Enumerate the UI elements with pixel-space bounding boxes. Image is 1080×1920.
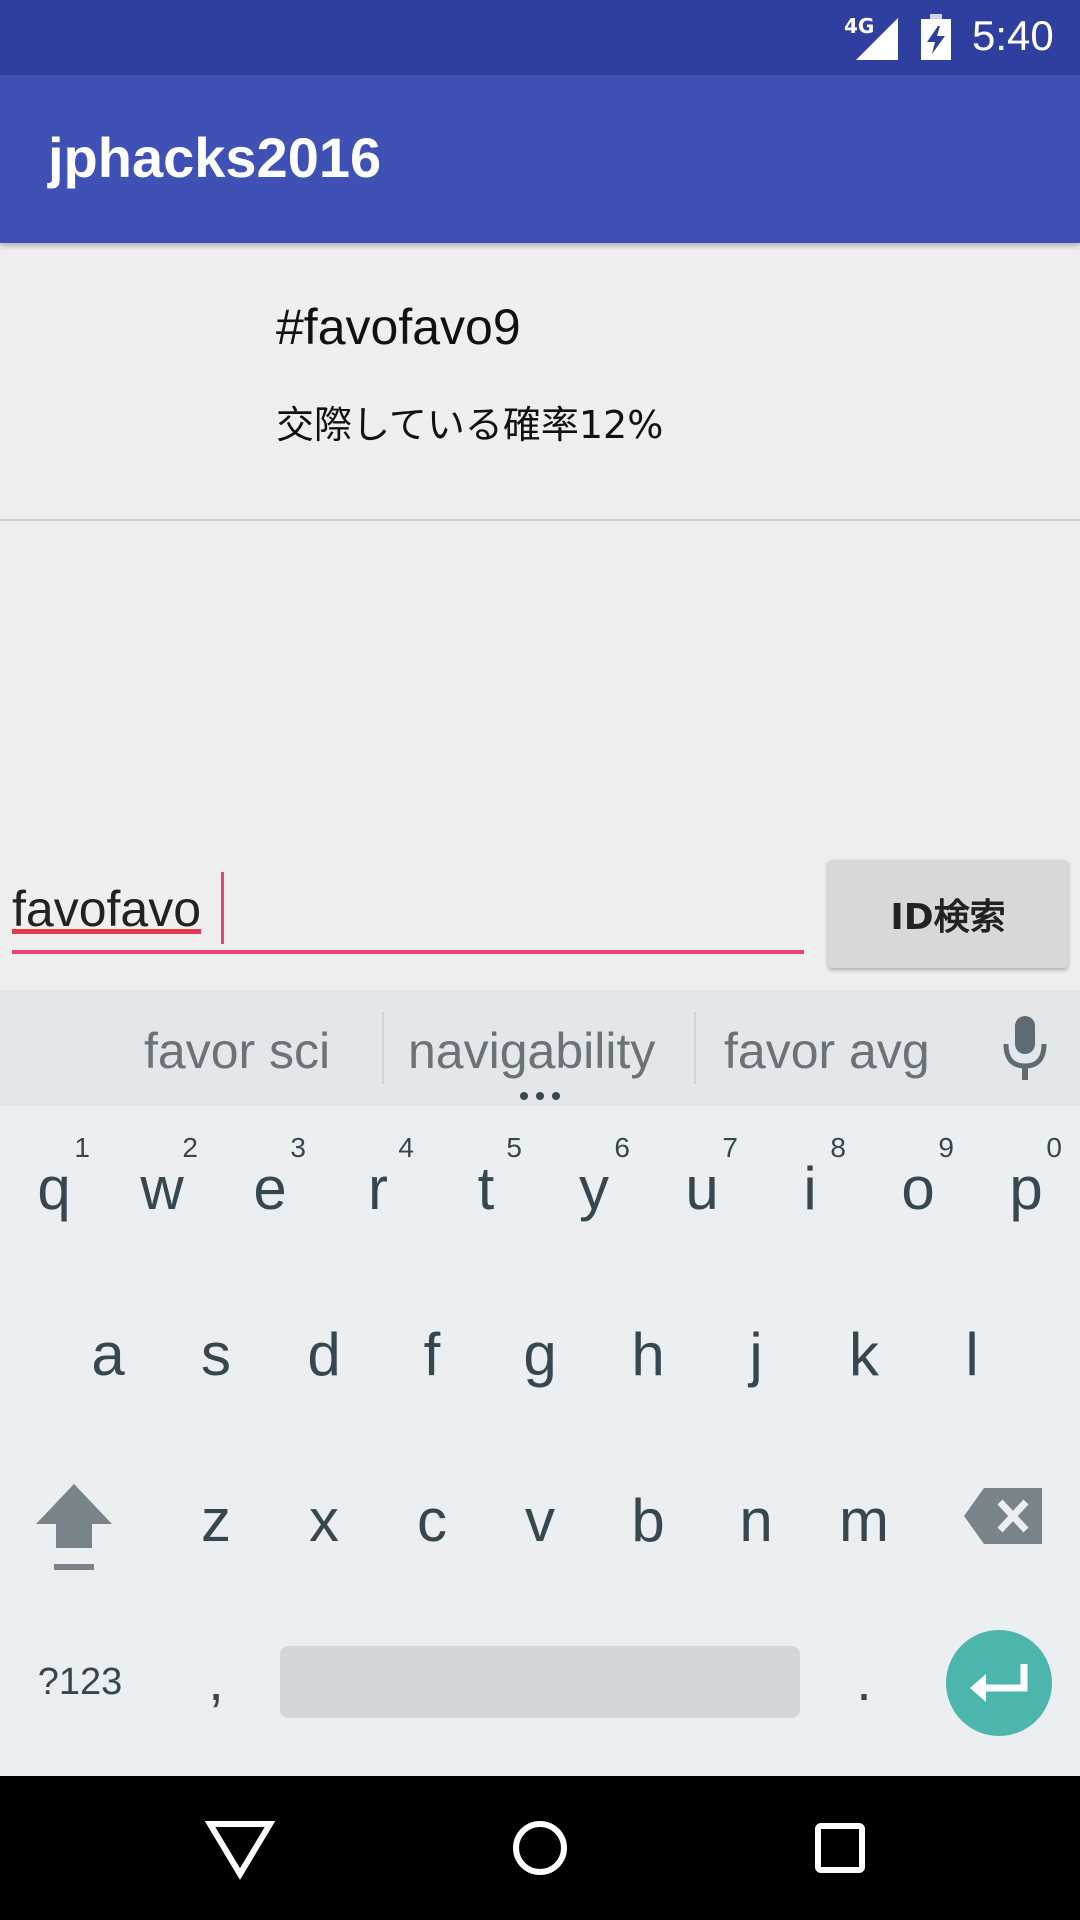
key-n[interactable]: n [702, 1442, 810, 1592]
key-label: g [523, 1321, 557, 1388]
enter-key[interactable] [946, 1630, 1052, 1736]
microphone-icon[interactable] [1000, 1016, 1050, 1082]
key-label: a [91, 1321, 125, 1388]
id-search-button[interactable]: ID検索 [828, 860, 1068, 968]
key-label: v [525, 1487, 555, 1554]
key-label: z [201, 1487, 231, 1554]
key-label: e [253, 1155, 287, 1222]
period-key[interactable]: . [824, 1630, 904, 1730]
result-probability: 交際している確率12% [276, 403, 664, 447]
key-label: t [477, 1155, 495, 1222]
key-label: q [37, 1155, 71, 1222]
key-label: n [739, 1487, 773, 1554]
app-title: jphacks2016 [48, 126, 382, 189]
result-hashtag: #favofavo9 [276, 299, 521, 355]
key-label: o [901, 1155, 935, 1222]
key-label: r [368, 1155, 388, 1222]
key-l[interactable]: l [918, 1276, 1026, 1426]
key-label: s [201, 1321, 231, 1388]
text-cursor [221, 872, 224, 944]
back-icon [204, 1821, 276, 1880]
key-label: f [423, 1321, 441, 1388]
key-a[interactable]: a [54, 1276, 162, 1426]
comma-key[interactable]: , [176, 1630, 256, 1730]
key-e[interactable]: 3e [216, 1110, 324, 1260]
navigation-bar [0, 1776, 1080, 1920]
key-x[interactable]: x [270, 1442, 378, 1592]
key-m[interactable]: m [810, 1442, 918, 1592]
key-i[interactable]: 8i [756, 1110, 864, 1260]
suggestion-divider [694, 1012, 696, 1084]
battery-charging-icon [921, 14, 951, 60]
key-h[interactable]: h [594, 1276, 702, 1426]
key-s[interactable]: s [162, 1276, 270, 1426]
recents-button[interactable] [794, 1802, 886, 1894]
key-c[interactable]: c [378, 1442, 486, 1592]
symbols-key[interactable]: ?123 [20, 1642, 140, 1722]
recents-icon [815, 1823, 865, 1873]
signal-icon [856, 18, 898, 60]
key-w[interactable]: 2w [108, 1110, 216, 1260]
key-o[interactable]: 9o [864, 1110, 972, 1260]
key-g[interactable]: g [486, 1276, 594, 1426]
app-bar: jphacks2016 [0, 75, 1080, 243]
key-label: w [140, 1155, 184, 1222]
result-divider [0, 519, 1080, 521]
key-label: y [579, 1155, 609, 1222]
space-key[interactable] [280, 1646, 800, 1718]
suggestion-item[interactable]: favor sci [144, 1022, 330, 1080]
key-z[interactable]: z [162, 1442, 270, 1592]
status-bar: 4G 5:40 [0, 0, 1080, 75]
search-input-underline [12, 950, 804, 954]
enter-icon [970, 1664, 1028, 1702]
key-t[interactable]: 5t [432, 1110, 540, 1260]
key-p[interactable]: 0p [972, 1110, 1080, 1260]
key-label: u [685, 1155, 719, 1222]
key-d[interactable]: d [270, 1276, 378, 1426]
suggestion-item[interactable]: navigability [408, 1022, 655, 1080]
key-u[interactable]: 7u [648, 1110, 756, 1260]
key-label: j [749, 1321, 763, 1388]
shift-icon[interactable] [24, 1480, 124, 1580]
backspace-icon[interactable] [964, 1486, 1044, 1546]
key-label: i [803, 1155, 817, 1222]
key-q[interactable]: 1q [0, 1110, 108, 1260]
key-label: m [839, 1487, 889, 1554]
suggestion-item[interactable]: favor avg [724, 1022, 930, 1080]
home-icon [513, 1821, 567, 1875]
key-label: d [307, 1321, 341, 1388]
home-button[interactable] [494, 1802, 586, 1894]
key-k[interactable]: k [810, 1276, 918, 1426]
key-label: l [965, 1321, 979, 1388]
key-label: c [417, 1487, 447, 1554]
key-j[interactable]: j [702, 1276, 810, 1426]
status-time: 5:40 [972, 12, 1054, 59]
key-label: x [309, 1487, 339, 1554]
key-f[interactable]: f [378, 1276, 486, 1426]
suggestion-divider [382, 1012, 384, 1084]
key-r[interactable]: 4r [324, 1110, 432, 1260]
soft-keyboard: favor sci navigability favor avg 1q 2w 3… [0, 990, 1080, 1776]
more-suggestions-icon[interactable] [518, 1092, 562, 1100]
key-v[interactable]: v [486, 1442, 594, 1592]
key-label: k [849, 1321, 879, 1388]
key-b[interactable]: b [594, 1442, 702, 1592]
back-button[interactable] [194, 1802, 286, 1894]
key-label: h [631, 1321, 665, 1388]
suggestion-strip: favor sci navigability favor avg [0, 990, 1080, 1106]
search-input[interactable]: favofavo [12, 880, 201, 938]
key-label: p [1009, 1155, 1043, 1222]
key-label: b [631, 1487, 665, 1554]
key-y[interactable]: 6y [540, 1110, 648, 1260]
